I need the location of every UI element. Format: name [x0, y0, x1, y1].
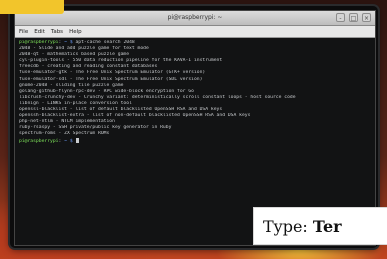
caption-prefix: Type: [263, 217, 313, 236]
minimize-button[interactable]: - [336, 13, 345, 22]
menu-help[interactable]: Help [69, 29, 82, 35]
prompt-path: ~ $ [64, 138, 73, 144]
maximize-button[interactable]: □ [349, 13, 358, 22]
background-photo: pi@raspberrypi: ~ - □ × File Edit Tabs H… [0, 0, 387, 259]
typed-command: apt-cache search 2048 [75, 40, 135, 45]
caption-box: Type: Ter [253, 207, 387, 245]
menu-file[interactable]: File [19, 29, 28, 35]
prompt-separator: : [58, 138, 62, 144]
caption-keyword: Ter [312, 217, 342, 236]
menu-edit[interactable]: Edit [34, 29, 45, 35]
window-title: pi@raspberrypi: ~ [167, 14, 223, 21]
prompt-user: pi@raspberrypi [19, 40, 59, 45]
menu-tabs[interactable]: Tabs [51, 29, 63, 35]
cursor-icon [76, 137, 80, 143]
prompt-user: pi@raspberrypi [19, 138, 59, 144]
prompt-line[interactable]: pi@raspberrypi: ~ $ [19, 137, 371, 145]
magazine-banner [0, 0, 64, 14]
window-controls: - □ × [336, 13, 371, 22]
prompt-separator: : [58, 40, 62, 45]
window-titlebar[interactable]: pi@raspberrypi: ~ - □ × [15, 11, 375, 26]
prompt-path: ~ $ [64, 40, 73, 45]
menubar: File Edit Tabs Help [15, 26, 375, 38]
close-button[interactable]: × [362, 13, 371, 22]
